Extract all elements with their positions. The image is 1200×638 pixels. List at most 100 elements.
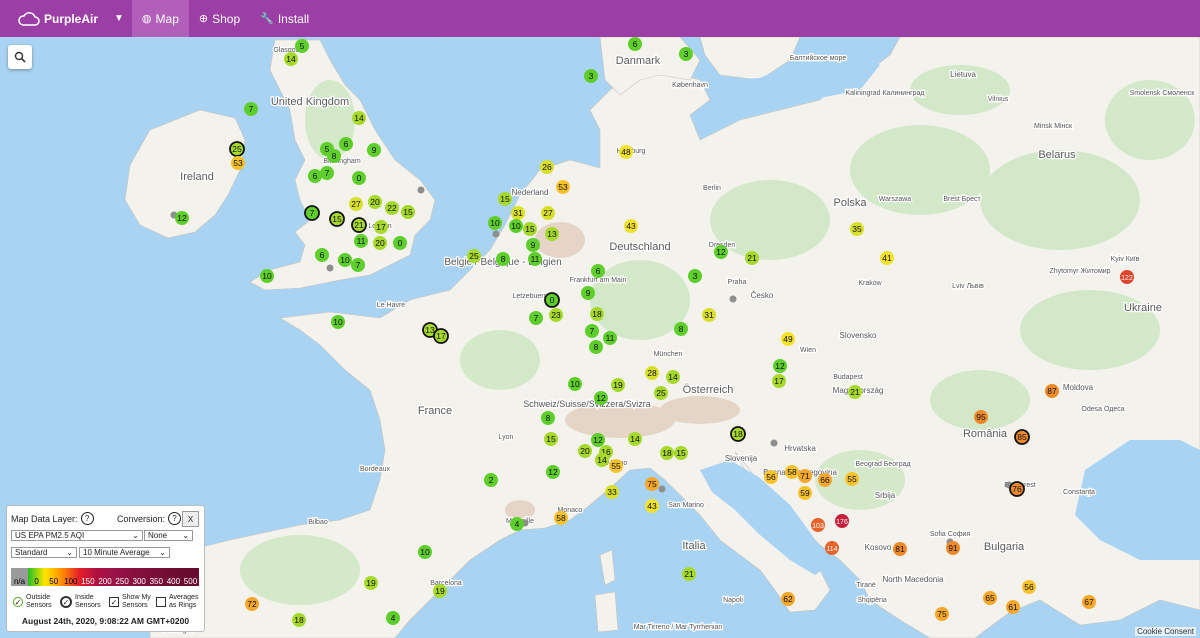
- sensor-marker[interactable]: 14: [666, 370, 680, 384]
- sensor-marker[interactable]: 9: [581, 286, 595, 300]
- sensor-marker[interactable]: 20: [373, 236, 387, 250]
- sensor-marker[interactable]: 43: [624, 219, 638, 233]
- sensor-marker[interactable]: 56: [1022, 580, 1036, 594]
- sensor-marker[interactable]: 75: [935, 607, 949, 621]
- sensor-marker[interactable]: 7: [304, 205, 320, 221]
- sensor-marker[interactable]: 12: [714, 245, 728, 259]
- sensor-marker[interactable]: 8: [327, 149, 341, 163]
- sensor-marker[interactable]: 8: [674, 322, 688, 336]
- sensor-marker[interactable]: 25: [229, 141, 245, 157]
- sensor-marker[interactable]: 71: [798, 469, 812, 483]
- sensor-marker[interactable]: 4: [510, 517, 524, 531]
- sensor-marker[interactable]: 61: [1006, 600, 1020, 614]
- sensor-marker[interactable]: 10: [509, 219, 523, 233]
- sensor-marker[interactable]: 8: [589, 340, 603, 354]
- sensor-marker[interactable]: 8: [496, 252, 510, 266]
- sensor-marker[interactable]: 10: [331, 315, 345, 329]
- sensor-marker[interactable]: 10: [260, 269, 274, 283]
- sensor-marker[interactable]: 14: [284, 52, 298, 66]
- sensor-marker[interactable]: 11: [354, 234, 368, 248]
- sensor-marker[interactable]: 15: [674, 446, 688, 460]
- averages-rings-checkbox[interactable]: [156, 597, 166, 607]
- sensor-marker[interactable]: 25: [654, 386, 668, 400]
- layer-select[interactable]: US EPA PM2.5 AQI ⌄: [11, 530, 143, 541]
- outside-sensors-checkbox[interactable]: ✓: [13, 597, 23, 607]
- sensor-marker[interactable]: 114: [825, 541, 839, 555]
- offline-sensor-marker[interactable]: [729, 295, 737, 303]
- option-show-my-sensors[interactable]: ✓ Show My Sensors: [109, 594, 151, 610]
- sensor-marker[interactable]: 7: [585, 324, 599, 338]
- conversion-help-icon[interactable]: ?: [168, 512, 182, 525]
- sensor-marker[interactable]: 0: [544, 292, 560, 308]
- sensor-marker[interactable]: 27: [541, 206, 555, 220]
- inside-sensors-checkbox[interactable]: ✓: [60, 596, 72, 608]
- sensor-marker[interactable]: 25: [467, 249, 481, 263]
- sensor-marker[interactable]: 59: [798, 486, 812, 500]
- sensor-marker[interactable]: 21: [848, 385, 862, 399]
- sensor-marker[interactable]: 14: [595, 453, 609, 467]
- offline-sensor-marker[interactable]: [417, 186, 425, 194]
- sensor-marker[interactable]: 0: [393, 236, 407, 250]
- option-averages-rings[interactable]: Averages as Rings: [156, 594, 198, 610]
- sensor-marker[interactable]: 19: [433, 584, 447, 598]
- sensor-marker[interactable]: 11: [528, 252, 542, 266]
- sensor-marker[interactable]: 43: [645, 499, 659, 513]
- sensor-marker[interactable]: 15: [498, 192, 512, 206]
- sensor-marker[interactable]: 8: [541, 411, 555, 425]
- sensor-marker[interactable]: 12: [175, 211, 189, 225]
- sensor-marker[interactable]: 14: [628, 432, 642, 446]
- sensor-marker[interactable]: 103: [811, 518, 825, 532]
- sensor-marker[interactable]: 7: [244, 102, 258, 116]
- sensor-marker[interactable]: 6: [315, 248, 329, 262]
- sensor-marker[interactable]: 9: [526, 238, 540, 252]
- sensor-marker[interactable]: 15: [544, 432, 558, 446]
- sensor-marker[interactable]: 15: [401, 205, 415, 219]
- sensor-marker[interactable]: 33: [605, 485, 619, 499]
- sensor-marker[interactable]: 14: [352, 111, 366, 125]
- sensor-marker[interactable]: 0: [352, 171, 366, 185]
- sensor-marker[interactable]: 21: [682, 567, 696, 581]
- sensor-marker[interactable]: 23: [549, 308, 563, 322]
- nav-map[interactable]: ◍ Map: [131, 0, 189, 37]
- sensor-marker[interactable]: 6: [591, 264, 605, 278]
- offline-sensor-marker[interactable]: [326, 264, 334, 272]
- sensor-marker[interactable]: 122: [1120, 270, 1134, 284]
- sensor-marker[interactable]: 10: [338, 253, 352, 267]
- sensor-marker[interactable]: 76: [1009, 481, 1025, 497]
- sensor-marker[interactable]: 18: [730, 426, 746, 442]
- brand-logo[interactable]: PurpleAir: [0, 0, 106, 37]
- sensor-marker[interactable]: 66: [818, 473, 832, 487]
- sensor-marker[interactable]: 5: [295, 39, 309, 53]
- sensor-marker[interactable]: 15: [329, 211, 345, 227]
- sensor-marker[interactable]: 4: [386, 611, 400, 625]
- sensor-marker[interactable]: 58: [785, 465, 799, 479]
- option-outside-sensors[interactable]: ✓ Outside Sensors: [13, 594, 52, 610]
- close-panel-button[interactable]: X: [182, 511, 199, 527]
- sensor-marker[interactable]: 18: [660, 446, 674, 460]
- sensor-marker[interactable]: 17: [772, 374, 786, 388]
- sensor-marker[interactable]: 176: [835, 514, 849, 528]
- sensor-marker[interactable]: 21: [745, 251, 759, 265]
- sensor-marker[interactable]: 85: [1014, 429, 1030, 445]
- sensor-marker[interactable]: 28: [645, 366, 659, 380]
- sensor-marker[interactable]: 3: [584, 69, 598, 83]
- sensor-marker[interactable]: 10: [418, 545, 432, 559]
- sensor-marker[interactable]: 12: [591, 433, 605, 447]
- sensor-marker[interactable]: 7: [529, 311, 543, 325]
- sensor-marker[interactable]: 62: [781, 592, 795, 606]
- sensor-marker[interactable]: 91: [946, 541, 960, 555]
- offline-sensor-marker[interactable]: [770, 439, 778, 447]
- sensor-marker[interactable]: 41: [880, 251, 894, 265]
- show-my-sensors-checkbox[interactable]: ✓: [109, 597, 119, 607]
- sensor-marker[interactable]: 48: [619, 145, 633, 159]
- sensor-marker[interactable]: 6: [339, 137, 353, 151]
- sensor-marker[interactable]: 20: [368, 195, 382, 209]
- sensor-marker[interactable]: 7: [320, 166, 334, 180]
- cookie-consent-link[interactable]: Cookie Consent: [1135, 627, 1196, 636]
- sensor-marker[interactable]: 67: [1082, 595, 1096, 609]
- sensor-marker[interactable]: 11: [603, 331, 617, 345]
- sensor-marker[interactable]: 17: [374, 220, 388, 234]
- sensor-marker[interactable]: 9: [367, 143, 381, 157]
- sensor-marker[interactable]: 19: [611, 378, 625, 392]
- sensor-marker[interactable]: 3: [688, 269, 702, 283]
